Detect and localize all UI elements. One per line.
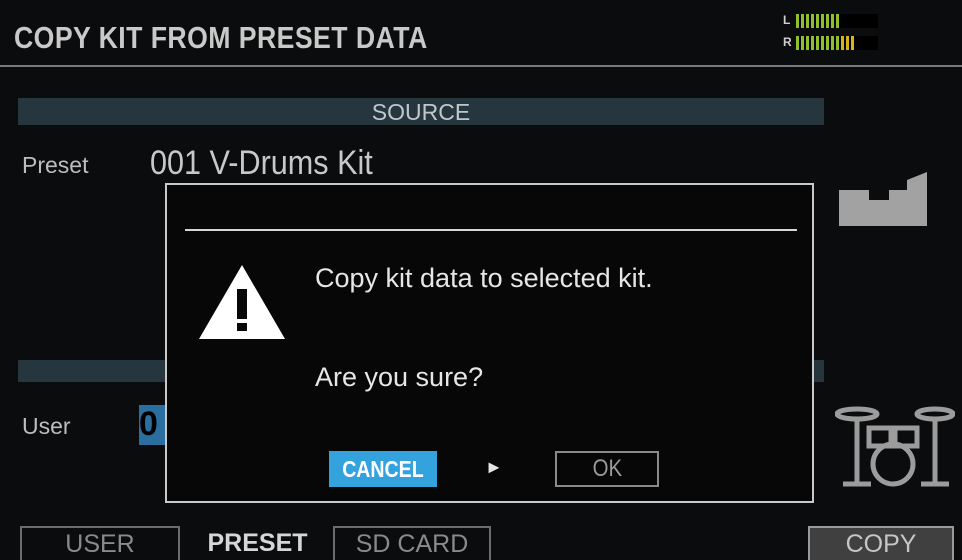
source-section-bar: SOURCE — [18, 98, 824, 125]
destination-type-label: User — [22, 413, 71, 439]
header-divider — [0, 65, 962, 67]
drum-kit-icon — [834, 400, 956, 495]
destination-kit-number[interactable]: 0 — [139, 405, 167, 445]
meter-right-label: R — [783, 35, 792, 49]
source-kit-name[interactable]: 001 V-Drums Kit — [150, 144, 373, 183]
source-type-label: Preset — [22, 152, 89, 178]
cursor-arrow-icon: ► — [485, 457, 503, 477]
tab-sd-card[interactable]: SD CARD — [333, 526, 491, 560]
meter-left — [796, 14, 878, 28]
cancel-button-label: CANCEL — [342, 456, 424, 482]
copy-button[interactable]: COPY — [808, 526, 954, 560]
tab-user[interactable]: USER — [20, 526, 180, 560]
dialog-message: Copy kit data to selected kit. — [315, 263, 653, 293]
tab-preset[interactable]: PRESET — [195, 527, 320, 559]
ok-button-label: OK — [592, 455, 622, 482]
meter-left-label: L — [783, 13, 791, 27]
copy-flow-icon — [837, 170, 941, 233]
cancel-button[interactable]: CANCEL — [329, 451, 437, 487]
source-section-label: SOURCE — [371, 99, 471, 125]
dialog-divider — [185, 229, 797, 231]
page-title: COPY KIT FROM PRESET DATA — [14, 20, 428, 55]
dialog-question: Are you sure? — [315, 362, 484, 392]
confirm-dialog: Copy kit data to selected kit. Are you s… — [165, 183, 814, 503]
ok-button[interactable]: OK — [555, 451, 659, 487]
meter-right — [796, 36, 878, 50]
warning-icon — [197, 263, 287, 346]
